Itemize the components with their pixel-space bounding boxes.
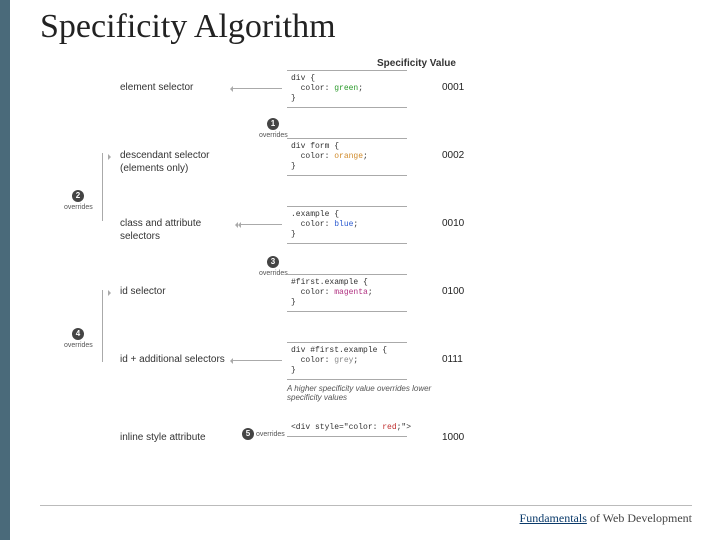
selector-label: id + additional selectors [120, 354, 230, 367]
row-id-selector: id selector #first.example { color: mage… [72, 272, 690, 330]
code-snippet: div form { color: orange; } [287, 138, 407, 176]
code-snippet: .example { color: blue; } [287, 206, 407, 244]
step-badge-1: 1 [267, 118, 279, 130]
selector-label: element selector [120, 82, 230, 95]
selector-label: id selector [120, 286, 230, 299]
selector-label: inline style attribute [120, 432, 230, 445]
specificity-value: 1000 [442, 432, 464, 443]
step-badge-4: 4 [72, 328, 84, 340]
slide-title: Specificity Algorithm [40, 8, 336, 46]
code-snippet: div { color: green; } [287, 70, 407, 108]
row-class-selector: class and attribute selectors .example {… [72, 204, 690, 262]
specificity-note: A higher specificity value overrides low… [287, 384, 447, 402]
diagram-area: Specificity Value element selector div {… [72, 58, 690, 418]
footer-text: Fundamentals of Web Development [520, 511, 692, 526]
specificity-value: 0100 [442, 286, 464, 297]
row-inline-style: inline style attribute <div style="color… [72, 418, 690, 476]
code-snippet: #first.example { color: magenta; } [287, 274, 407, 312]
row-element-selector: element selector div { color: green; } 0… [72, 68, 690, 126]
triangle-right-icon [108, 154, 114, 160]
arrow-icon [232, 360, 282, 361]
selector-label: descendant selector (elements only) [120, 150, 230, 175]
arrow-icon [232, 88, 282, 89]
specificity-value: 0001 [442, 82, 464, 93]
arrow-icon [240, 224, 282, 225]
step-badge-2: 2 [72, 190, 84, 202]
specificity-value: 0111 [442, 354, 463, 365]
slide-sidebar [0, 0, 10, 540]
code-snippet: <div style="color: red;"> [287, 420, 407, 437]
specificity-value: 0010 [442, 218, 464, 229]
code-snippet: div #first.example { color: grey; } [287, 342, 407, 380]
specificity-value: 0002 [442, 150, 464, 161]
step-badge-3: 3 [267, 256, 279, 268]
footer-link: Fundamentals [520, 511, 587, 525]
row-descendant-selector: descendant selector (elements only) div … [72, 136, 690, 194]
selector-label: class and attribute selectors [120, 218, 230, 243]
footer-divider [40, 505, 692, 506]
triangle-right-icon [108, 290, 114, 296]
row-id-additional: id + additional selectors div #first.exa… [72, 340, 690, 410]
